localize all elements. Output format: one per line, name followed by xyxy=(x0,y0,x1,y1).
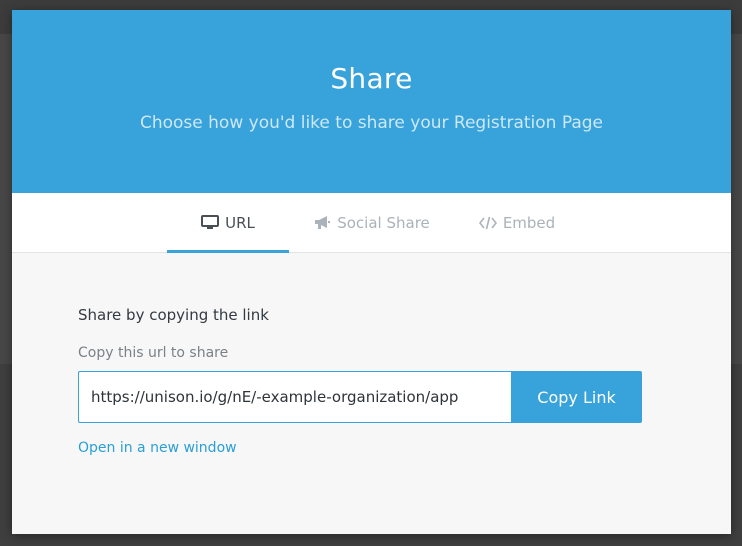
code-icon xyxy=(478,216,497,230)
open-in-new-window-link[interactable]: Open in a new window xyxy=(78,440,237,456)
tab-social-share[interactable]: Social Share xyxy=(302,193,442,252)
section-title: Share by copying the link xyxy=(78,306,269,324)
url-field-label: Copy this url to share xyxy=(78,345,229,361)
modal-header: Share Choose how you'd like to share you… xyxy=(12,10,731,193)
monitor-icon xyxy=(201,215,220,230)
tab-social-share-label: Social Share xyxy=(337,213,430,232)
modal-title: Share xyxy=(330,62,413,95)
share-tabs: URL Social Share Embed xyxy=(12,193,731,253)
tab-embed-label: Embed xyxy=(502,213,556,232)
tab-url[interactable]: URL xyxy=(167,193,289,253)
url-copy-row: Copy Link xyxy=(78,371,642,423)
tab-embed[interactable]: Embed xyxy=(467,193,567,252)
tab-url-label: URL xyxy=(225,213,255,232)
modal-subtitle: Choose how you'd like to share your Regi… xyxy=(139,113,603,133)
copy-link-button[interactable]: Copy Link xyxy=(511,371,642,423)
megaphone-icon xyxy=(314,215,331,230)
share-url-input[interactable] xyxy=(78,371,511,423)
url-share-panel: Share by copying the link Copy this url … xyxy=(78,305,678,456)
